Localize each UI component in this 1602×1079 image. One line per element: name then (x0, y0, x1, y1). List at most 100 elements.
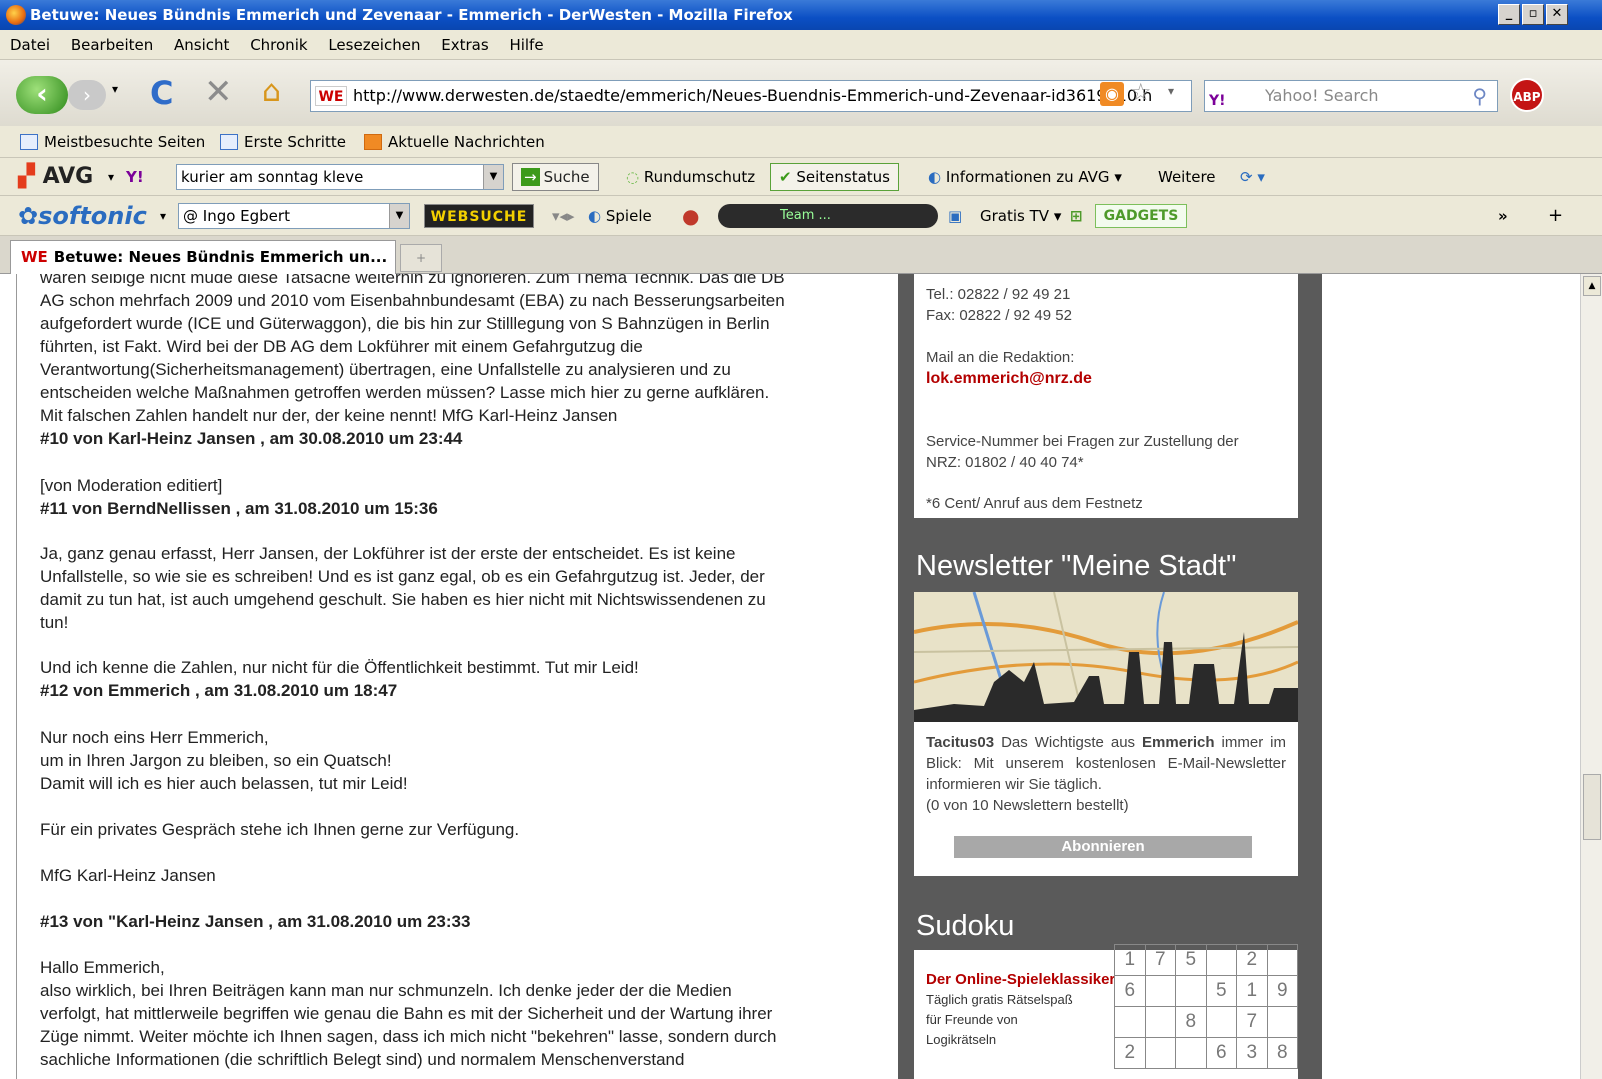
url-dropdown-icon[interactable]: ▾ (1168, 84, 1174, 98)
bookmark-nachrichten[interactable]: Aktuelle Nachrichten (364, 126, 545, 158)
search-placeholder: Yahoo! Search (1265, 86, 1379, 105)
softonic-user-input[interactable]: @ Ingo Egbert ▼ (178, 203, 410, 229)
seitenstatus-button[interactable]: ✔ Seitenstatus (770, 163, 899, 191)
vertical-scrollbar[interactable]: ▲ (1580, 274, 1602, 1079)
sudoku-grid[interactable]: 1752 6519 87 2638 (1114, 944, 1298, 1069)
search-icon[interactable]: ⚲ (1472, 81, 1487, 111)
scroll-up-icon[interactable]: ▲ (1583, 276, 1601, 296)
history-dropdown-icon[interactable]: ▾ (112, 82, 118, 96)
avg-more-button[interactable]: Weitere (1158, 158, 1216, 196)
scrollbar-thumb[interactable] (1583, 774, 1601, 840)
reload-icon[interactable]: C (150, 74, 173, 112)
contact-box: Tel.: 02822 / 92 49 21 Fax: 02822 / 92 4… (914, 274, 1298, 518)
chevron-down-icon[interactable]: ▼ (483, 165, 503, 189)
avg-dropdown-icon[interactable]: ▾ (108, 158, 114, 196)
gratis-tv-button[interactable]: Gratis TV ▾ (980, 196, 1061, 236)
content-border (16, 274, 17, 1079)
add-icon[interactable]: + (1548, 196, 1563, 236)
menu-extras[interactable]: Extras (441, 30, 488, 60)
subscribe-button[interactable]: Abonnieren (954, 836, 1252, 858)
comment-9-body: waren selbige nicht müde diese Tatsache … (40, 274, 785, 448)
url-bar[interactable]: WE http://www.derwesten.de/staedte/emmer… (310, 80, 1192, 112)
softonic-dropdown-icon[interactable]: ▾ (160, 196, 166, 236)
toolbar-overflow-button[interactable]: » (1498, 196, 1508, 236)
plus-icon[interactable]: ⊞ (1070, 196, 1083, 236)
adblock-icon[interactable]: ABP (1510, 78, 1544, 112)
bookmark-erste-schritte[interactable]: Erste Schritte (220, 126, 346, 158)
rundumschutz-button[interactable]: ◌ Rundumschutz (626, 158, 755, 196)
tab-favicon: WE (21, 248, 48, 266)
back-button[interactable]: ‹ (16, 76, 68, 114)
avg-search-button[interactable]: → Suche (512, 163, 599, 191)
tab-title: Betuwe: Neues Bündnis Emmerich un... (53, 248, 388, 266)
home-icon[interactable]: ⌂ (262, 74, 281, 109)
comment-12-header: #12 von Emmerich , am 31.08.2010 um 18:4… (40, 681, 398, 700)
newsletter-user: Tacitus03 (926, 734, 995, 751)
forward-button[interactable]: › (68, 80, 106, 110)
game-icon[interactable]: ● (682, 196, 699, 236)
yahoo-icon[interactable]: Y! (1209, 86, 1226, 116)
sudoku-title: Sudoku (916, 910, 1015, 942)
page-icon (220, 134, 238, 150)
menu-ansicht[interactable]: Ansicht (174, 30, 229, 60)
rss-icon[interactable]: ◉ (1100, 82, 1124, 106)
spiele-button[interactable]: ◐ Spiele (588, 196, 652, 236)
radio-player[interactable]: Team ... (718, 204, 938, 228)
menu-hilfe[interactable]: Hilfe (509, 30, 543, 60)
menu-datei[interactable]: Datei (10, 30, 50, 60)
new-tab-button[interactable]: + (400, 244, 442, 272)
newsletter-box: Tacitus03 Das Wichtigste aus Emmerich im… (914, 592, 1298, 876)
search-input[interactable]: Y! Yahoo! Search ⚲ (1204, 80, 1498, 112)
mail-link[interactable]: lok.emmerich@nrz.de (926, 368, 1286, 389)
comment-13-body: Hallo Emmerich, also wirklich, bei Ihren… (40, 958, 777, 1069)
rss-icon (364, 134, 382, 150)
url-text[interactable]: http://www.derwesten.de/staedte/emmerich… (353, 86, 1152, 105)
maximize-button[interactable]: ▫ (1522, 4, 1544, 25)
yahoo-icon[interactable]: Y! (126, 158, 144, 196)
newsletter-city: Emmerich (1142, 734, 1215, 751)
firefox-window: Betuwe: Neues Bündnis Emmerich und Zeven… (0, 0, 1602, 1079)
newsletter-text: Tacitus03 Das Wichtigste aus Emmerich im… (926, 734, 1287, 814)
title-bar: Betuwe: Neues Bündnis Emmerich und Zeven… (0, 0, 1602, 30)
refresh-icon[interactable]: ⟳ ▾ (1240, 158, 1265, 196)
menu-bar: Datei Bearbeiten Ansicht Chronik Lesezei… (0, 30, 1602, 60)
stop-icon[interactable]: ✕ (204, 72, 233, 112)
menu-bearbeiten[interactable]: Bearbeiten (71, 30, 153, 60)
comment-10-body: [von Moderation editiert] #11 von BerndN… (40, 476, 438, 518)
city-skyline-image (914, 592, 1298, 722)
sudoku-teaser: Der Online-Spieleklassiker Täglich grati… (926, 970, 1116, 1047)
folder-icon (20, 134, 38, 150)
newsletter-title: Newsletter "Meine Stadt" (916, 550, 1237, 582)
comment-12-body-2: Für ein privates Gespräch stehe ich Ihne… (40, 820, 520, 839)
sudoku-headline[interactable]: Der Online-Spieleklassiker (926, 970, 1116, 990)
bookmarks-toolbar: Meistbesuchte Seiten Erste Schritte Aktu… (0, 126, 1602, 158)
firefox-icon (6, 5, 26, 25)
avg-search-input[interactable]: kurier am sonntag kleve ▼ (176, 164, 504, 190)
comment-12-sign: MfG Karl-Heinz Jansen (40, 866, 216, 885)
fax-text: Fax: 02822 / 92 49 52 (926, 307, 1072, 324)
softonic-logo[interactable]: ✿softonic (18, 196, 147, 236)
tel-text: Tel.: 02822 / 92 49 21 (926, 286, 1071, 303)
tab-bar: WE Betuwe: Neues Bündnis Emmerich un... + (0, 236, 1602, 274)
navigation-toolbar: ‹ › ▾ C ✕ ⌂ WE http://www.derwesten.de/s… (0, 60, 1602, 126)
sidebar: Tel.: 02822 / 92 49 21 Fax: 02822 / 92 4… (898, 274, 1322, 1079)
sudoku-box: Der Online-Spieleklassiker Täglich grati… (914, 944, 1298, 1079)
avg-toolbar: ▞ AVG ▾ Y! kurier am sonntag kleve ▼ → Suc… (0, 158, 1602, 196)
bookmark-star-icon[interactable]: ☆ (1130, 78, 1152, 106)
tv-icon[interactable]: ▣ (948, 196, 962, 236)
close-button[interactable]: ✕ (1546, 4, 1568, 25)
chevron-down-icon[interactable]: ▼ (389, 204, 409, 228)
avg-info-button[interactable]: ◐ Informationen zu AVG ▾ (928, 158, 1122, 196)
menu-chronik[interactable]: Chronik (250, 30, 307, 60)
tab-betuwe[interactable]: WE Betuwe: Neues Bündnis Emmerich un... (10, 240, 396, 274)
minimize-button[interactable]: _ (1498, 4, 1520, 25)
gadgets-button[interactable]: GADGETS (1095, 204, 1187, 228)
service-text-2: NRZ: 01802 / 40 40 74* (926, 454, 1084, 471)
comment-11-body-2: Und ich kenne die Zahlen, nur nicht für … (40, 658, 639, 700)
arrows-icon[interactable]: ▾◂▸ (552, 196, 575, 236)
bookmark-meistbesucht[interactable]: Meistbesuchte Seiten (20, 126, 205, 158)
cent-note: *6 Cent/ Anruf aus dem Festnetz (926, 495, 1143, 512)
avg-logo[interactable]: ▞ AVG (18, 158, 93, 196)
websuche-button[interactable]: WEBSUCHE (424, 204, 534, 228)
menu-lesezeichen[interactable]: Lesezeichen (328, 30, 420, 60)
